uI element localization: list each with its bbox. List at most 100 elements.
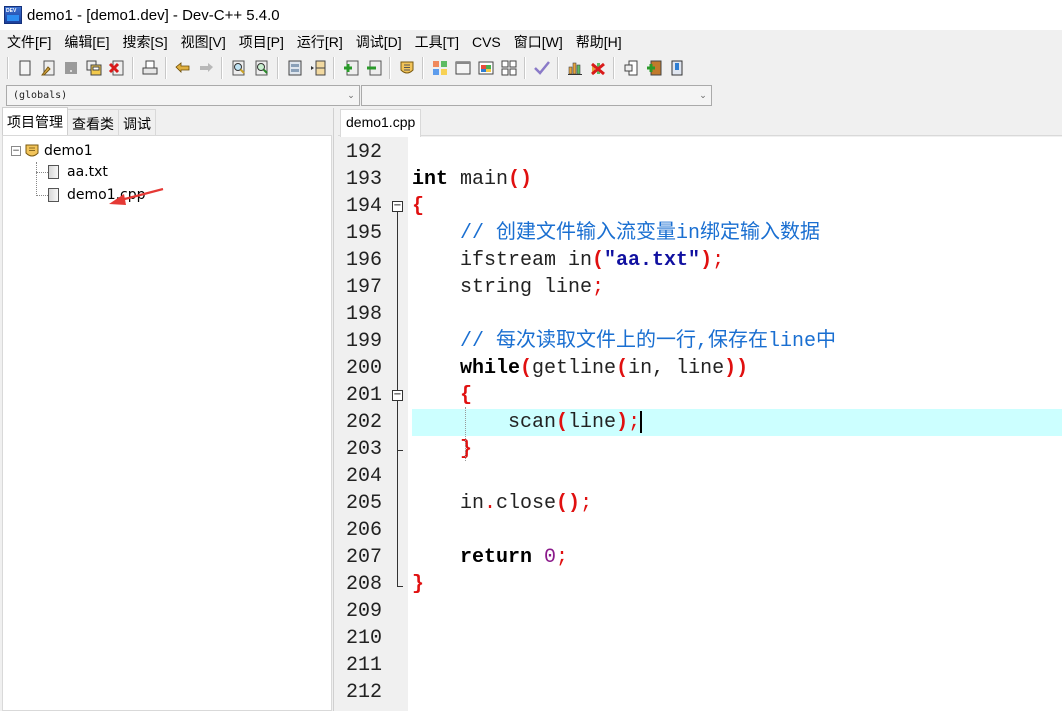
code-editor[interactable]: 192 193 194 195 196 197 198 199 200 201 … (340, 137, 1062, 711)
code-keyword: while (460, 357, 521, 380)
code-keyword: return (460, 546, 533, 569)
code-operator: ; (592, 276, 605, 299)
panel-splitter[interactable] (333, 108, 338, 711)
project-options-button[interactable] (395, 57, 418, 79)
fold-toggle[interactable]: − (392, 201, 403, 212)
about-icon (671, 60, 682, 76)
print-icon (142, 60, 157, 75)
code-line: in.close(); (412, 490, 1062, 517)
code-operator: . (484, 492, 497, 515)
fold-toggle[interactable]: − (392, 390, 403, 401)
code-token: in (412, 492, 485, 515)
replace-button[interactable] (250, 57, 273, 79)
find-button[interactable] (227, 57, 250, 79)
code-token: in, line (628, 357, 725, 380)
profile-button[interactable] (563, 57, 586, 79)
line-number: 203 (346, 438, 383, 461)
remove-from-project-button[interactable] (362, 57, 385, 79)
save-all-button[interactable] (82, 57, 105, 79)
code-token: getline (532, 357, 617, 380)
save-button[interactable] (59, 57, 82, 79)
indent-guide (465, 407, 466, 461)
code-line: { (412, 382, 1062, 409)
line-number: 208 (346, 573, 383, 596)
symbol-combo[interactable]: ⌄ (361, 85, 712, 106)
code-token: main (448, 168, 509, 191)
project-name: demo1 (44, 143, 93, 159)
code-operator: ; (580, 492, 593, 515)
run-icon (455, 61, 470, 75)
run-button[interactable] (451, 57, 474, 79)
code-operator: () (556, 492, 581, 515)
toolbar-separator (7, 57, 9, 79)
code-token: line (568, 411, 617, 434)
indent-button[interactable] (306, 57, 329, 79)
about-button[interactable] (665, 57, 688, 79)
indent-icon (310, 60, 325, 76)
menu-view[interactable]: 视图[V] (176, 32, 231, 52)
menu-project[interactable]: 项目[P] (234, 32, 289, 52)
tab-class-view[interactable]: 查看类 (67, 109, 119, 135)
menu-file[interactable]: 文件[F] (2, 32, 56, 52)
code-line: return 0; (412, 544, 1062, 571)
code-line-active: scan(line); (412, 409, 1062, 436)
menu-debug[interactable]: 调试[D] (351, 32, 407, 52)
compile-icon (432, 61, 447, 75)
delete-profile-button[interactable] (586, 57, 609, 79)
close-file-button[interactable] (105, 57, 128, 79)
delete-profile-icon (590, 62, 605, 76)
open-file-icon (40, 60, 54, 76)
menu-help[interactable]: 帮助[H] (571, 32, 627, 52)
menu-window[interactable]: 窗口[W] (509, 32, 568, 52)
add-to-project-button[interactable] (339, 57, 362, 79)
line-number: 200 (346, 357, 383, 380)
menu-search[interactable]: 搜索[S] (117, 32, 172, 52)
menu-tools[interactable]: 工具[T] (410, 32, 464, 52)
new-class-button[interactable] (642, 57, 665, 79)
tab-demo1-cpp[interactable]: demo1.cpp (340, 109, 422, 137)
code-operator: ; (628, 411, 641, 434)
line-number: 199 (346, 330, 383, 353)
menu-bar: 文件[F] 编辑[E] 搜索[S] 视图[V] 项目[P] 运行[R] 调试[D… (0, 30, 1062, 53)
redo-button[interactable] (194, 57, 217, 79)
tab-project-manager[interactable]: 项目管理 (2, 107, 68, 135)
code-token: string line (412, 276, 593, 299)
find-icon (232, 60, 245, 76)
rebuild-button[interactable] (497, 57, 520, 79)
code-operator: ( (616, 357, 629, 380)
tab-debug[interactable]: 调试 (118, 109, 156, 135)
compile-run-button[interactable] (474, 57, 497, 79)
code-operator: )) (724, 357, 749, 380)
new-file-button[interactable] (13, 57, 36, 79)
scope-combo[interactable]: (globals) ⌄ (6, 85, 360, 106)
tree-connector (36, 195, 48, 196)
print-button[interactable] (138, 57, 161, 79)
compile-button[interactable] (428, 57, 451, 79)
goto-icon (624, 60, 637, 76)
menu-run[interactable]: 运行[R] (292, 32, 348, 52)
line-number: 193 (346, 168, 383, 191)
menu-edit[interactable]: 编辑[E] (59, 32, 114, 52)
open-file-button[interactable] (36, 57, 59, 79)
unindent-button[interactable] (283, 57, 306, 79)
goto-button[interactable] (619, 57, 642, 79)
toolbar-separator (613, 57, 615, 79)
toolbar-separator (277, 57, 279, 79)
tree-item-project[interactable]: − demo1 (11, 141, 93, 161)
close-file-icon (108, 60, 123, 76)
collapse-toggle[interactable]: − (11, 146, 21, 156)
menu-cvs[interactable]: CVS (467, 34, 506, 50)
line-number: 194 (346, 195, 383, 218)
code-operator: } (460, 438, 473, 461)
profile-icon (567, 62, 582, 75)
line-number: 210 (346, 627, 383, 650)
tree-item-file[interactable]: aa.txt (48, 162, 108, 182)
undo-button[interactable] (171, 57, 194, 79)
code-comment: // 每次读取文件上的一行,保存在line中 (412, 330, 837, 353)
save-icon (64, 62, 77, 74)
line-number: 204 (346, 465, 383, 488)
syntax-check-button[interactable] (530, 57, 553, 79)
toolbar-separator (422, 57, 424, 79)
